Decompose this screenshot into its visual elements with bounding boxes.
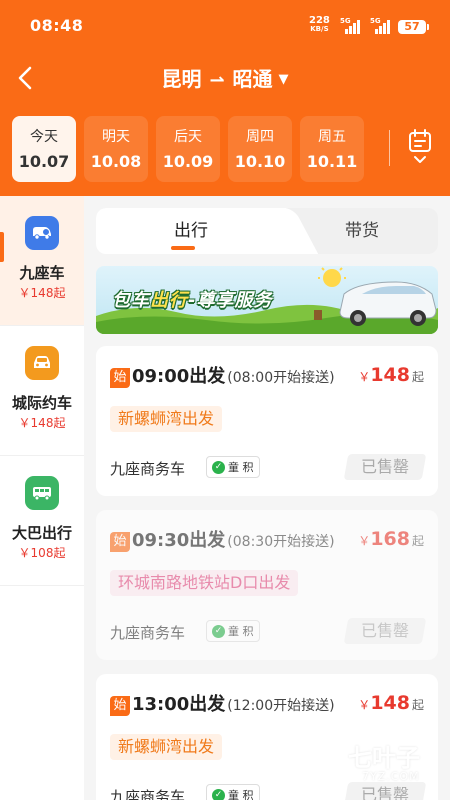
- trip-price: ￥168 起: [358, 528, 424, 550]
- vehicle-type: 九座商务车: [110, 624, 186, 642]
- trip-header: 始 09:00出发 (08:00开始接送): [110, 362, 335, 389]
- leaf-logo-icon: [293, 735, 341, 781]
- check-icon: ✓: [212, 788, 225, 800]
- pickup-time: (08:00开始接送): [227, 370, 335, 386]
- price-value: 148: [370, 692, 410, 714]
- origin-badge: 始: [110, 696, 130, 716]
- category-sidebar: 九座车 ￥148起 城际约车 ￥148起 大巴出行 ￥108起: [0, 196, 84, 800]
- pickup-time: (08:30开始接送): [227, 534, 335, 550]
- battery-icon: 57: [398, 20, 429, 34]
- date-value: 10.07: [18, 152, 70, 171]
- tab-goods[interactable]: 带货: [286, 208, 438, 254]
- sidebar-item-price: ￥148起: [18, 286, 66, 300]
- status-bar: 08:48 228 KB/S 5G 5G 57: [0, 14, 450, 38]
- vehicle-type: 九座商务车: [110, 788, 186, 800]
- date-chip[interactable]: 周四 10.10: [228, 116, 292, 182]
- date-label: 周五: [318, 129, 346, 145]
- trip-card[interactable]: 始 09:30出发 (08:30开始接送) ￥168 起环城南路地铁站D口出发九座商务车…: [96, 510, 438, 660]
- price-value: 168: [370, 528, 410, 550]
- date-label: 周四: [246, 129, 274, 145]
- date-chip[interactable]: 今天 10.07: [12, 116, 76, 182]
- calendar-icon: [409, 129, 431, 163]
- signal-icon: 5G: [370, 17, 390, 34]
- trip-header: 始 09:30出发 (08:30开始接送): [110, 526, 335, 553]
- site-watermark: 七叶子 7YZ.COM: [292, 730, 442, 790]
- date-label: 后天: [174, 129, 202, 145]
- from-city: 昆明: [161, 67, 202, 91]
- sidebar-item-label: 城际约车: [11, 394, 72, 412]
- sold-out-button[interactable]: 已售罄: [343, 618, 427, 644]
- date-chip[interactable]: 后天 10.09: [156, 116, 220, 182]
- sidebar-item-price: ￥148起: [18, 416, 66, 430]
- divider: [389, 130, 390, 166]
- trip-price: ￥148 起: [358, 364, 424, 386]
- promo-banner[interactable]: 包车出行-尊享服务: [96, 266, 438, 334]
- date-label: 今天: [30, 129, 58, 145]
- departure-station: 环城南路地铁站D口出发: [110, 570, 299, 596]
- departure-station: 新螺蛳湾出发: [110, 734, 223, 760]
- check-icon: ✓: [212, 624, 225, 638]
- car-icon: [25, 346, 59, 380]
- origin-badge: 始: [110, 532, 130, 552]
- trip-price: ￥148 起: [358, 692, 424, 714]
- date-chip[interactable]: 周五 10.11: [300, 116, 364, 182]
- sidebar-item[interactable]: 大巴出行 ￥108起: [0, 456, 84, 586]
- vehicle-type: 九座商务车: [110, 460, 186, 478]
- tab-travel[interactable]: 出行: [96, 208, 286, 254]
- trip-header: 始 13:00出发 (12:00开始接送): [110, 690, 335, 717]
- departure-time: 13:00出发: [132, 694, 226, 715]
- tab-indicator: [171, 246, 195, 250]
- to-city: 昭通: [232, 67, 273, 91]
- calendar-button[interactable]: [406, 128, 434, 168]
- signal-icon: 5G: [340, 17, 360, 34]
- price-value: 148: [370, 364, 410, 386]
- origin-badge: 始: [110, 368, 130, 388]
- date-value: 10.10: [234, 152, 286, 171]
- top-header: 08:48 228 KB/S 5G 5G 57 昆明 ⇀ 昭通 ▼ 今天 10.07 明天…: [0, 0, 450, 196]
- date-chip[interactable]: 明天 10.08: [84, 116, 148, 182]
- sidebar-item-label: 九座车: [19, 264, 65, 282]
- trip-card[interactable]: 始 09:00出发 (08:00开始接送) ￥148 起新螺蛳湾出发九座商务车 ✓ 童 积 已…: [96, 346, 438, 496]
- status-time: 08:48: [30, 16, 84, 35]
- service-tags: ✓ 童 积: [206, 620, 260, 642]
- banner-slogan: 包车出行-尊享服务: [112, 290, 273, 311]
- van-icon: [25, 216, 59, 250]
- check-icon: ✓: [212, 460, 225, 474]
- service-tags: ✓ 童 积: [206, 784, 260, 800]
- departure-station: 新螺蛳湾出发: [110, 406, 223, 432]
- caret-down-icon: ▼: [278, 72, 289, 87]
- departure-time: 09:30出发: [132, 530, 226, 551]
- tab-bar: 出行 带货: [96, 208, 438, 254]
- network-speed: 228 KB/S: [309, 15, 330, 34]
- sold-out-button[interactable]: 已售罄: [343, 454, 427, 480]
- service-tags: ✓ 童 积: [206, 456, 260, 478]
- pickup-time: (12:00开始接送): [227, 698, 335, 714]
- departure-time: 09:00出发: [132, 366, 226, 387]
- bus-icon: [25, 476, 59, 510]
- date-value: 10.11: [306, 152, 358, 171]
- trip-list-panel: 出行 带货 包车出行-尊享服务 始 09:00出发 (08:00开始接送) ￥148 起…: [84, 196, 450, 800]
- sidebar-item[interactable]: 九座车 ￥148起: [0, 196, 84, 326]
- date-label: 明天: [102, 129, 130, 145]
- route-arrow-icon: ⇀: [209, 70, 225, 91]
- date-selector: 今天 10.07 明天 10.08 后天 10.09 周四 10.10 周五 10.11: [12, 116, 364, 182]
- sidebar-item-label: 大巴出行: [11, 524, 72, 542]
- sidebar-item-price: ￥108起: [18, 546, 66, 560]
- date-value: 10.08: [90, 152, 142, 171]
- sidebar-item[interactable]: 城际约车 ￥148起: [0, 326, 84, 456]
- route-selector[interactable]: 昆明 ⇀ 昭通 ▼: [0, 63, 450, 92]
- date-value: 10.09: [162, 152, 214, 171]
